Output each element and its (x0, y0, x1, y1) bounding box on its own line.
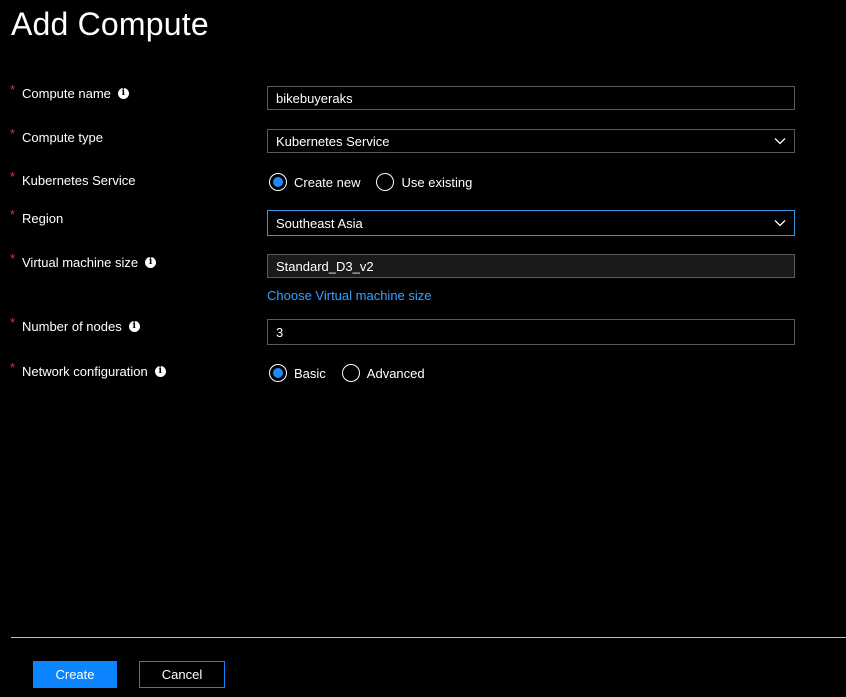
kubernetes-service-radio-group: Create new Use existing (269, 173, 488, 191)
required-marker: * (10, 82, 16, 97)
required-marker: * (10, 251, 16, 266)
region-value: Southeast Asia (276, 215, 363, 231)
compute-name-value: bikebuyeraks (276, 90, 353, 106)
nodes-input[interactable]: 3 (267, 319, 795, 345)
kubernetes-service-label: Kubernetes Service (22, 173, 136, 188)
required-marker: * (10, 315, 16, 330)
vm-size-label-row: * Virtual machine size i (10, 251, 157, 270)
compute-type-value: Kubernetes Service (276, 133, 390, 149)
compute-type-label: Compute type (22, 130, 103, 145)
choose-vm-size-link[interactable]: Choose Virtual machine size (267, 288, 432, 303)
info-icon[interactable]: i (117, 88, 129, 99)
create-new-label: Create new (294, 174, 361, 190)
vm-size-value: Standard_D3_v2 (276, 258, 374, 274)
nodes-label: Number of nodes (22, 319, 122, 334)
required-marker: * (10, 207, 16, 222)
chevron-down-icon (774, 138, 786, 145)
create-button[interactable]: Create (33, 661, 117, 688)
radio-selected-icon (269, 364, 287, 382)
nodes-value: 3 (276, 324, 284, 340)
vm-size-field: Standard_D3_v2 (267, 254, 795, 278)
compute-name-label-row: * Compute name i (10, 82, 129, 101)
advanced-radio[interactable]: Advanced (341, 364, 425, 382)
basic-label: Basic (294, 365, 326, 381)
chevron-down-icon (774, 220, 786, 227)
region-label: Region (22, 211, 64, 226)
info-icon[interactable]: i (154, 366, 166, 377)
required-marker: * (10, 169, 16, 184)
required-marker: * (10, 126, 16, 141)
info-icon[interactable]: i (145, 257, 157, 268)
footer-divider (11, 637, 846, 638)
add-compute-panel: Add Compute * Compute name i bikebuyerak… (0, 0, 846, 697)
use-existing-label: Use existing (401, 174, 473, 190)
region-select[interactable]: Southeast Asia (267, 210, 795, 236)
advanced-label: Advanced (366, 365, 425, 381)
region-label-row: * Region (10, 207, 64, 226)
cancel-button[interactable]: Cancel (139, 661, 225, 688)
create-new-radio[interactable]: Create new (269, 173, 360, 191)
network-label-row: * Network configuration i (10, 360, 166, 379)
radio-selected-icon (269, 173, 287, 191)
radio-unselected-icon (341, 364, 360, 382)
compute-type-label-row: * Compute type (10, 126, 103, 145)
page-title: Add Compute (11, 6, 209, 42)
nodes-label-row: * Number of nodes i (10, 315, 140, 334)
network-radio-group: Basic Advanced (269, 364, 441, 382)
compute-name-input[interactable]: bikebuyeraks (267, 86, 795, 110)
info-icon[interactable]: i (128, 321, 140, 332)
compute-name-label: Compute name (22, 86, 111, 101)
use-existing-radio[interactable]: Use existing (376, 173, 472, 191)
kubernetes-service-label-row: * Kubernetes Service (10, 169, 136, 188)
network-label: Network configuration (22, 364, 148, 379)
radio-unselected-icon (376, 173, 395, 191)
vm-size-label: Virtual machine size (22, 255, 139, 270)
required-marker: * (10, 360, 16, 375)
compute-type-select[interactable]: Kubernetes Service (267, 129, 795, 153)
basic-radio[interactable]: Basic (269, 364, 326, 382)
